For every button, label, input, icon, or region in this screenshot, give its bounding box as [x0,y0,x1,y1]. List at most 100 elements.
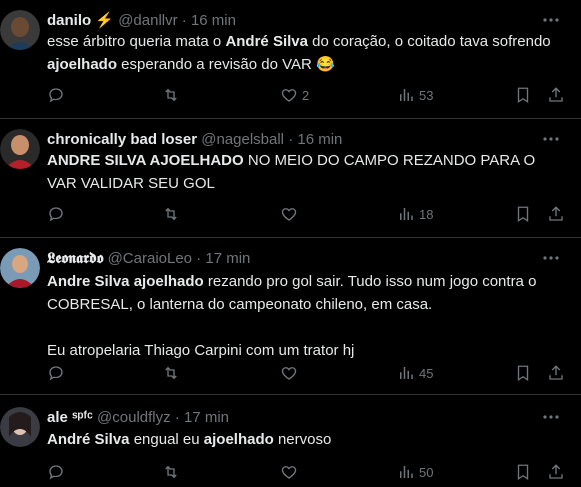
bookmark-button[interactable] [514,362,532,384]
like-button[interactable] [280,362,302,384]
heart-icon [281,466,297,479]
separator: · [174,409,180,426]
text-segment: do coração, o coitado tava sofrendo [307,33,551,50]
share-icon [549,464,563,479]
bookmark-button[interactable] [514,84,532,106]
more-icon[interactable] [541,129,561,149]
views-button[interactable]: 18 [397,203,433,225]
bold-text: ajoelhado [203,431,274,448]
views-icon [400,466,413,478]
retweet-button[interactable] [162,461,180,483]
text-segment: nervoso [273,431,332,448]
views-icon [400,367,413,379]
reply-icon [49,88,63,103]
tweet[interactable]: 𝕷𝖊𝖔𝖓𝖆𝖗𝖉𝖔 @CaraioLeo · 17 min Andre Silva… [0,238,581,395]
tweet-actions: 50 [47,461,567,483]
tweet-text: Andre Silva ajoelhado rezando pro gol sa… [47,270,562,362]
view-count: 18 [419,206,434,222]
bookmark-button[interactable] [514,203,532,225]
avatar[interactable] [0,129,40,169]
avatar[interactable] [0,407,40,447]
handle[interactable]: @CaraioLeo [108,250,192,267]
tweet[interactable]: chronically bad loser @nagelsball · 16 m… [0,119,581,238]
heart-icon [281,367,297,380]
like-button[interactable]: 2 [280,84,309,106]
reply-button[interactable] [47,84,65,106]
display-name[interactable]: ale ˢᵖᶠᶜ [47,409,93,426]
reply-button[interactable] [47,362,65,384]
avatar[interactable] [0,10,40,50]
timestamp[interactable]: 17 min [205,250,250,267]
bold-text: André Silva [47,431,130,448]
heart-icon [281,89,297,102]
more-icon[interactable] [541,248,561,268]
tweet[interactable]: ale ˢᵖᶠᶜ @couldflyz · 17 min André Silva… [0,395,581,487]
view-count: 53 [419,87,434,103]
tweet-text: André Silva engual eu ajoelhado nervoso [47,428,562,451]
views-button[interactable]: 45 [397,362,433,384]
view-count: 50 [419,464,434,480]
retweet-button[interactable] [162,203,180,225]
timestamp[interactable]: 16 min [297,131,342,148]
reply-icon [49,207,63,222]
reply-icon [49,465,63,480]
share-icon [549,206,563,221]
bookmark-button[interactable] [514,461,532,483]
share-button[interactable] [547,203,565,225]
bookmark-icon [517,464,529,481]
like-button[interactable] [280,203,302,225]
view-count: 45 [419,365,434,381]
heart-icon [281,208,297,221]
tweet-actions: 45 [47,362,567,384]
tweet-actions: 2 53 [47,84,567,106]
tweet-text: ANDRE SILVA AJOELHADO NO MEIO DO CAMPO R… [47,149,562,195]
share-button[interactable] [547,461,565,483]
bookmark-icon [517,87,529,104]
retweet-icon [165,465,177,479]
share-icon [549,87,563,102]
retweet-icon [165,366,177,380]
like-count: 2 [302,87,310,103]
bold-text: ajoelhado [47,56,118,73]
share-button[interactable] [547,84,565,106]
share-button[interactable] [547,362,565,384]
separator: · [288,131,294,148]
tweet-actions: 18 [47,203,567,225]
display-name[interactable]: 𝕷𝖊𝖔𝖓𝖆𝖗𝖉𝖔 [47,250,103,267]
timestamp[interactable]: 17 min [184,409,229,426]
reply-button[interactable] [47,461,65,483]
retweet-button[interactable] [162,84,180,106]
handle[interactable]: @couldflyz [97,409,171,426]
tweet[interactable]: danilo ⚡ @danllvr · 16 min esse árbitro … [0,0,581,119]
like-button[interactable] [280,461,302,483]
retweet-button[interactable] [162,362,180,384]
bookmark-icon [517,365,529,382]
text-segment: esse árbitro queria mata o [47,33,226,50]
reply-button[interactable] [47,203,65,225]
bold-text: ANDRE SILVA AJOELHADO [47,152,244,169]
display-name[interactable]: danilo ⚡ [47,12,114,29]
handle[interactable]: @danllvr [118,12,177,29]
separator: · [196,250,202,267]
display-name[interactable]: chronically bad loser [47,131,197,148]
bold-text: Andre Silva ajoelhado [47,273,204,290]
more-icon[interactable] [541,10,561,30]
text-segment: engual eu [129,431,204,448]
handle[interactable]: @nagelsball [201,131,284,148]
views-button[interactable]: 50 [397,461,433,483]
retweet-icon [165,88,177,102]
separator: · [181,12,187,29]
views-icon [400,208,413,220]
more-icon[interactable] [541,407,561,427]
share-icon [549,365,563,380]
bookmark-icon [517,206,529,223]
views-icon [400,89,413,101]
text-segment: esperando a revisão do VAR 😂 [117,56,335,73]
avatar[interactable] [0,248,40,288]
text-segment: Eu atropelaria Thiago Carpini com um tra… [47,342,355,359]
bold-text: André Silva [225,33,308,50]
tweet-text: esse árbitro queria mata o André Silva d… [47,30,562,76]
timestamp[interactable]: 16 min [191,12,236,29]
reply-icon [49,366,63,381]
views-button[interactable]: 53 [397,84,433,106]
